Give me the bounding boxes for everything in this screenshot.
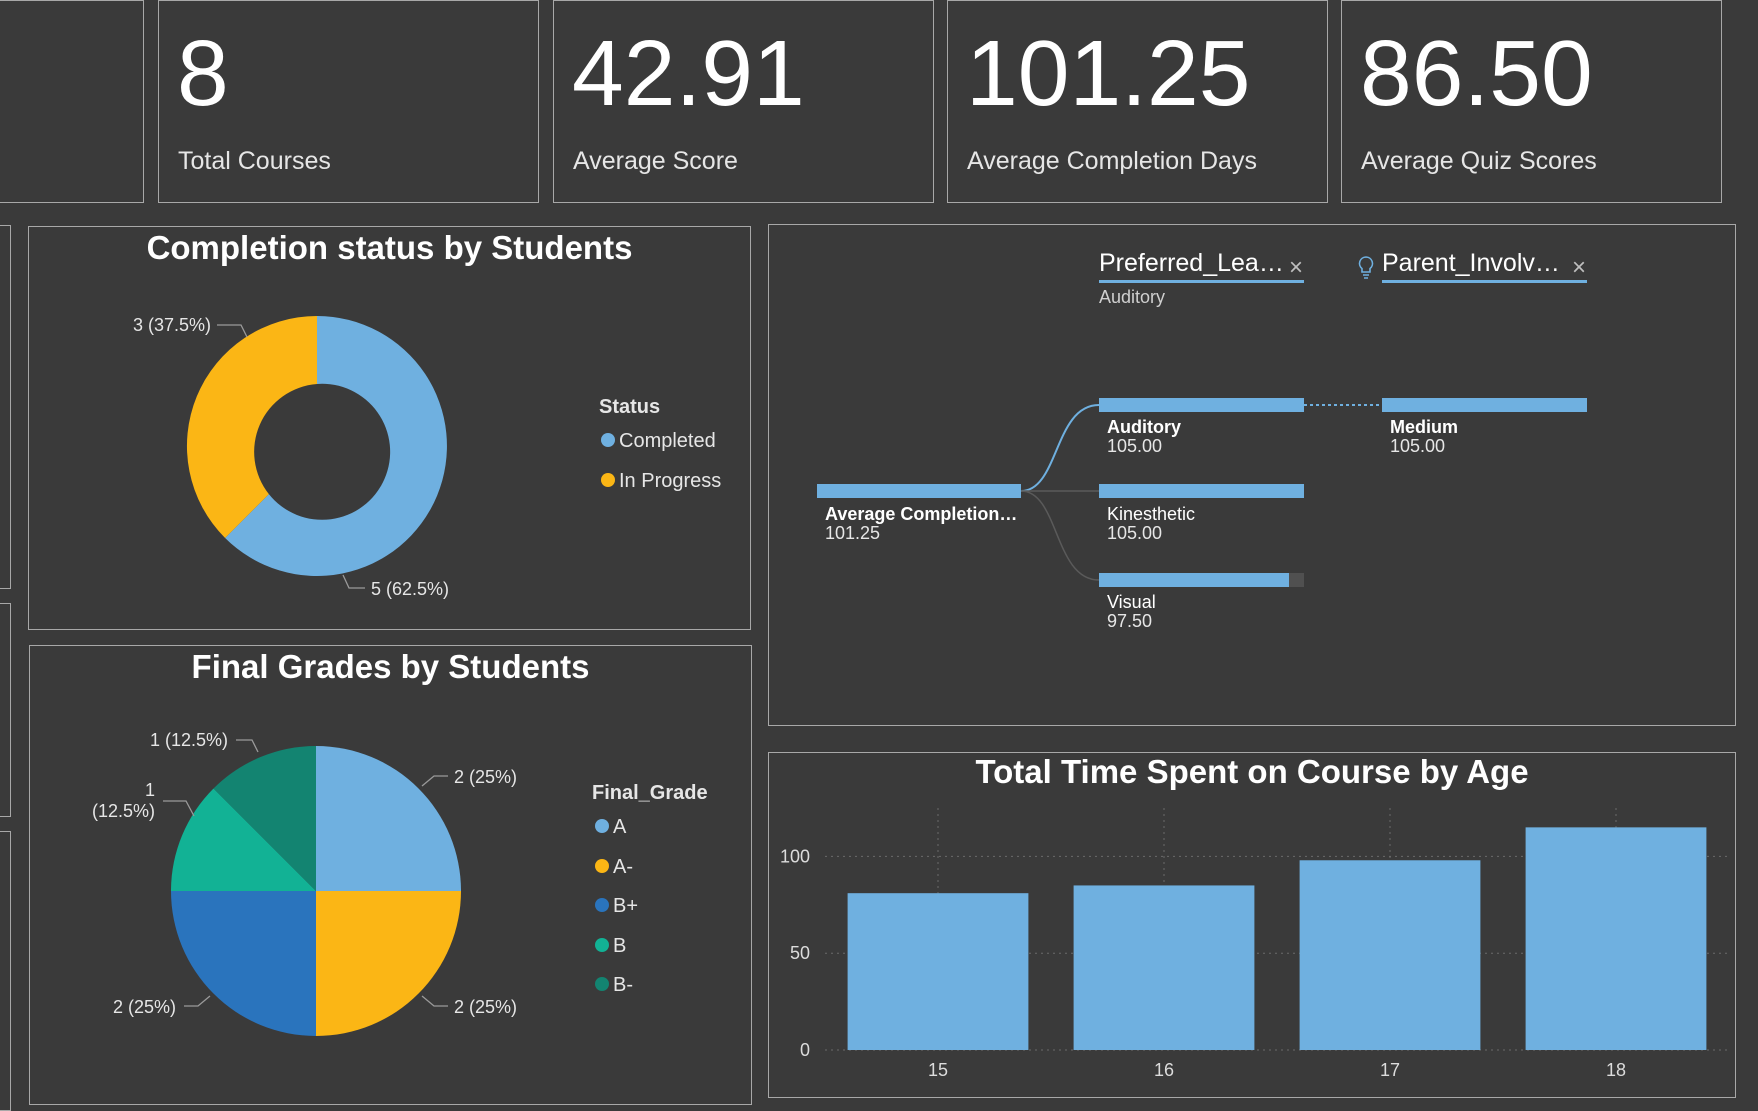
bar-age-17[interactable] — [1299, 860, 1481, 1050]
kpi-card-partial — [0, 0, 144, 203]
leader-line — [421, 995, 448, 1007]
y-tick-label: 50 — [790, 943, 810, 963]
kpi-card-average-score[interactable]: 42.91 Average Score — [553, 0, 934, 203]
time-spent-by-age-visual[interactable]: Total Time Spent on Course by Age 0 50 100… — [768, 752, 1736, 1098]
legend-item-a[interactable]: A — [613, 816, 627, 838]
data-label-b-plus: 2 (25%) — [113, 997, 176, 1017]
root-value: 101.25 — [825, 523, 880, 543]
legend-title: Status — [599, 396, 660, 418]
donut-slice-in-progress[interactable] — [186, 316, 317, 538]
kpi-value: 8 — [177, 21, 229, 125]
leader-line — [342, 574, 365, 589]
partial-visual-left-1 — [0, 225, 11, 589]
partial-visual-left-3 — [0, 831, 11, 1111]
node-visual-value: 97.50 — [1107, 611, 1152, 631]
legend-item-in-progress[interactable]: In Progress — [619, 470, 721, 492]
kpi-label: Average Completion Days — [967, 147, 1257, 175]
bar-age-18[interactable] — [1525, 827, 1707, 1050]
pie-chart: 2 (25%) 2 (25%) 2 (25%) 1 (12.5%) 1 (12.… — [92, 730, 708, 1036]
final-grades-visual[interactable]: Final Grades by Students 2 (25%) 2 (25%)… — [29, 645, 752, 1105]
data-label-a-minus: 2 (25%) — [454, 997, 517, 1017]
y-tick-label: 100 — [780, 846, 810, 866]
legend-title: Final_Grade — [592, 782, 708, 804]
leader-line — [184, 995, 211, 1007]
kpi-card-average-completion-days[interactable]: 101.25 Average Completion Days — [947, 0, 1328, 203]
legend-item-completed[interactable]: Completed — [619, 430, 716, 452]
legend-dot-b-plus — [595, 898, 609, 912]
data-label-a: 2 (25%) — [454, 767, 517, 787]
node-auditory-value: 105.00 — [1107, 436, 1162, 456]
kpi-value: 101.25 — [966, 21, 1251, 125]
bar-age-15[interactable] — [847, 893, 1029, 1050]
root-label: Average Completion… — [825, 504, 1017, 524]
kpi-card-average-quiz-scores[interactable]: 86.50 Average Quiz Scores — [1341, 0, 1722, 203]
leader-line — [421, 775, 448, 787]
completion-status-visual[interactable]: Completion status by Students 5 (62.5%) … — [28, 226, 751, 630]
y-tick-label: 0 — [800, 1040, 810, 1060]
legend-item-a-minus[interactable]: A- — [613, 856, 633, 878]
node-kinesthetic-bar[interactable] — [1099, 484, 1304, 498]
leader-line — [163, 800, 195, 817]
legend-dot-a — [595, 819, 609, 833]
pie-slice-a-minus[interactable] — [316, 891, 461, 1036]
kpi-label: Average Quiz Scores — [1361, 147, 1597, 175]
legend-dot-in-progress — [601, 473, 615, 487]
data-label-in-progress: 3 (37.5%) — [133, 315, 211, 335]
node-visual-label: Visual — [1107, 592, 1156, 612]
kpi-label: Total Courses — [178, 147, 331, 175]
bar-chart: 0 50 100 15 16 17 18 — [780, 808, 1729, 1080]
x-tick-label: 18 — [1606, 1060, 1626, 1080]
x-tick-label: 17 — [1380, 1060, 1400, 1080]
data-label-b-minus: 1 (12.5%) — [150, 730, 228, 750]
node-kinesthetic-label: Kinesthetic — [1107, 504, 1195, 524]
tree-canvas: Average Completion… 101.25 Auditory 105.… — [817, 398, 1587, 631]
leader-line — [217, 324, 248, 338]
pie-slice-b-plus[interactable] — [171, 891, 316, 1036]
pie-slice-a[interactable] — [316, 746, 461, 891]
legend-dot-b-minus — [595, 977, 609, 991]
kpi-value: 86.50 — [1360, 21, 1593, 125]
node-kinesthetic-value: 105.00 — [1107, 523, 1162, 543]
node-auditory-label: Auditory — [1107, 417, 1181, 437]
legend-dot-b — [595, 938, 609, 952]
legend-item-b-minus[interactable]: B- — [613, 974, 633, 996]
x-tick-label: 15 — [928, 1060, 948, 1080]
kpi-label: Average Score — [573, 147, 738, 175]
decomposition-tree-visual[interactable]: Preferred_Lea… × Auditory Parent_Involv…… — [768, 224, 1736, 726]
node-medium-bar[interactable] — [1382, 398, 1587, 412]
legend-item-b[interactable]: B — [613, 935, 626, 957]
x-tick-label: 16 — [1154, 1060, 1174, 1080]
legend-dot-a-minus — [595, 859, 609, 873]
node-visual-bar[interactable] — [1099, 573, 1289, 587]
kpi-card-total-courses[interactable]: 8 Total Courses — [158, 0, 539, 203]
connector-visual — [1020, 490, 1100, 581]
partial-visual-left-2 — [0, 603, 11, 817]
data-label-b-line1: 1 — [145, 780, 155, 800]
legend-dot-completed — [601, 433, 615, 447]
legend-item-b-plus[interactable]: B+ — [613, 895, 638, 917]
donut-chart: 5 (62.5%) 3 (37.5%) Status Completed In … — [133, 315, 721, 599]
data-label-completed: 5 (62.5%) — [371, 579, 449, 599]
data-label-b-line2: (12.5%) — [92, 801, 155, 821]
node-medium-value: 105.00 — [1390, 436, 1445, 456]
node-auditory-bar[interactable] — [1099, 398, 1304, 412]
connector-auditory — [1020, 404, 1100, 492]
root-bar[interactable] — [817, 484, 1021, 498]
node-medium-label: Medium — [1390, 417, 1458, 437]
leader-line — [236, 739, 259, 753]
bar-age-16[interactable] — [1073, 885, 1255, 1050]
kpi-value: 42.91 — [572, 21, 805, 125]
